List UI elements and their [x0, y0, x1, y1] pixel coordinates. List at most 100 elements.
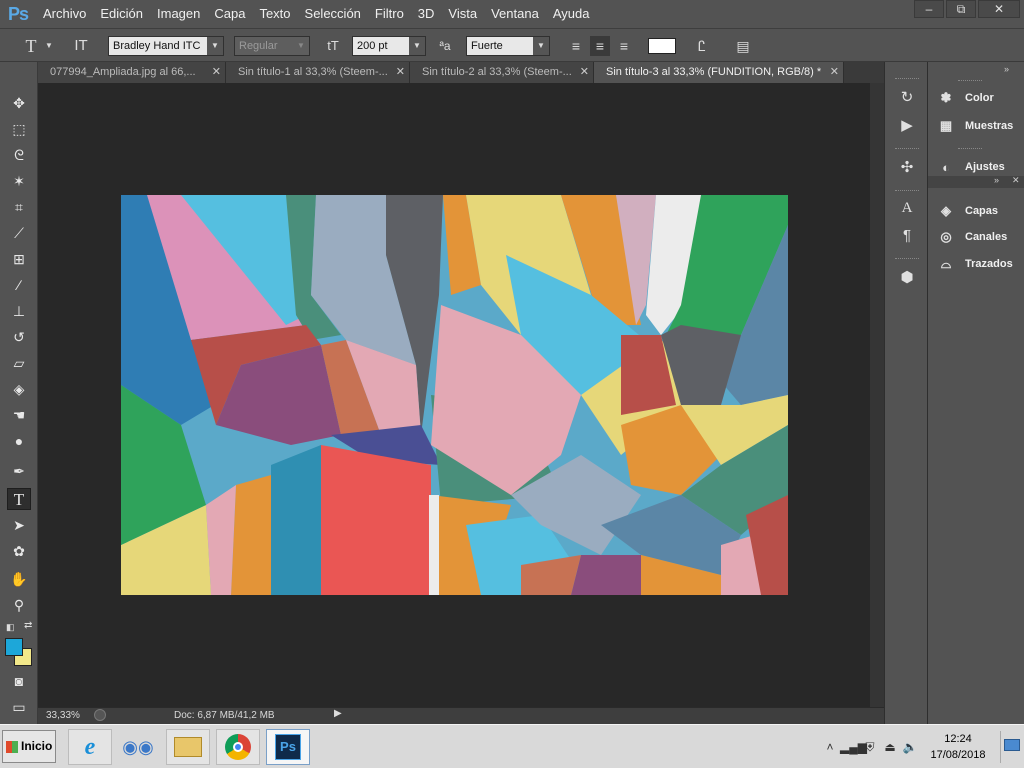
tab-document-3[interactable]: Sin título-2 al 33,3% (Steem-... ✕: [410, 62, 594, 83]
warp-text-icon[interactable]: Ꮭ: [690, 36, 714, 56]
network-icon[interactable]: ▂▄▆: [840, 737, 867, 757]
menu-ayuda[interactable]: Ayuda: [546, 0, 597, 28]
clock[interactable]: 12:24 17/08/2018: [926, 731, 990, 763]
crop-icon[interactable]: ⌗: [7, 196, 31, 218]
type-tool-preset-icon[interactable]: T: [20, 36, 42, 56]
panel-grip[interactable]: [895, 190, 919, 192]
history-brush-icon[interactable]: ↺: [7, 326, 31, 348]
panel-paths[interactable]: ⌓ Trazados: [936, 252, 1013, 276]
move-icon[interactable]: ✥: [7, 92, 31, 114]
quick-mask-icon[interactable]: ◙: [7, 670, 31, 692]
tab-document-1[interactable]: 077994_Ampliada.jpg al 66,... ✕: [38, 62, 226, 83]
screen-mode-icon[interactable]: ▭: [7, 696, 31, 718]
brush-icon[interactable]: ∕: [7, 274, 31, 296]
zoom-level[interactable]: 33,33%: [46, 710, 80, 721]
close-icon[interactable]: ✕: [396, 62, 405, 83]
font-size-select[interactable]: 200 pt ▼: [352, 36, 426, 56]
magic-wand-icon[interactable]: ✶: [7, 170, 31, 192]
paint-bucket-icon[interactable]: ◈: [7, 378, 31, 400]
menu-archivo[interactable]: Archivo: [36, 0, 93, 28]
antialias-select[interactable]: Fuerte ▼: [466, 36, 550, 56]
align-right-icon[interactable]: ≡: [614, 36, 634, 56]
eyedropper-icon[interactable]: ⟋: [7, 222, 31, 244]
panel-grip[interactable]: [958, 80, 982, 82]
paragraph-icon[interactable]: ¶: [894, 224, 920, 248]
actions-icon[interactable]: ▶: [894, 114, 920, 138]
foreground-color-swatch[interactable]: [5, 638, 23, 656]
status-menu-arrow-icon[interactable]: ▶: [334, 708, 342, 719]
menu-3d[interactable]: 3D: [411, 0, 442, 28]
chevron-down-icon[interactable]: ▼: [44, 36, 54, 56]
taskbar-app-explorer[interactable]: [166, 729, 210, 765]
tab-document-2[interactable]: Sin título-1 al 33,3% (Steem-... ✕: [226, 62, 410, 83]
marquee-icon[interactable]: ⬚: [7, 118, 31, 140]
close-icon[interactable]: ✕: [212, 62, 221, 83]
brushes-icon[interactable]: ✣: [894, 156, 920, 180]
default-colors-icon[interactable]: ◧: [6, 622, 15, 633]
vertical-scrollbar[interactable]: [870, 83, 884, 707]
panel-grip[interactable]: [895, 78, 919, 80]
panel-swatches[interactable]: ▦ Muestras: [936, 114, 1013, 138]
panels-toggle-icon[interactable]: ▤: [732, 36, 754, 56]
healing-brush-icon[interactable]: ⊞: [7, 248, 31, 270]
font-size-value: 200 pt: [357, 40, 388, 52]
volume-icon[interactable]: 🔈: [900, 737, 920, 757]
eraser-icon[interactable]: ▱: [7, 352, 31, 374]
taskbar-app-photoshop[interactable]: Ps: [266, 729, 310, 765]
align-center-icon[interactable]: ≡: [590, 36, 610, 56]
menu-ventana[interactable]: Ventana: [484, 0, 546, 28]
swap-colors-icon[interactable]: ⇄: [24, 620, 32, 631]
restore-button[interactable]: ⧉: [946, 0, 976, 18]
menu-edicion[interactable]: Edición: [93, 0, 150, 28]
path-select-icon[interactable]: ➤: [7, 514, 31, 536]
tab-document-4[interactable]: Sin título-3 al 33,3% (FUNDITION, RGB/8)…: [594, 62, 844, 83]
3d-cube-icon[interactable]: ⬢: [894, 266, 920, 290]
security-icon[interactable]: ⛨: [860, 737, 880, 757]
collapse-arrows-icon[interactable]: »: [1004, 64, 1009, 74]
type-icon[interactable]: T: [7, 488, 31, 510]
panel-channels[interactable]: ◎ Canales: [936, 225, 1007, 249]
minimize-button[interactable]: –: [914, 0, 944, 18]
history-icon[interactable]: ↻: [894, 86, 920, 110]
taskbar-app-chrome[interactable]: [216, 729, 260, 765]
menu-capa[interactable]: Capa: [207, 0, 252, 28]
pen-icon[interactable]: ✒: [7, 460, 31, 482]
panel-grip[interactable]: [958, 148, 982, 150]
canvas-area[interactable]: [38, 83, 884, 707]
show-hidden-icons-icon[interactable]: ˄: [820, 737, 840, 757]
dodge-icon[interactable]: ●: [7, 430, 31, 452]
toggle-orientation-icon[interactable]: IT: [70, 36, 92, 56]
taskbar-app-ie[interactable]: e: [68, 729, 112, 765]
menu-vista[interactable]: Vista: [441, 0, 484, 28]
start-button[interactable]: Inicio: [2, 730, 56, 763]
taskbar-app-eyes[interactable]: ◉◉: [116, 729, 160, 765]
character-icon[interactable]: A: [894, 196, 920, 220]
document-size: Doc: 6,87 MB/41,2 MB: [174, 710, 275, 721]
hand-icon[interactable]: ✋: [7, 568, 31, 590]
clone-stamp-icon[interactable]: ⊥: [7, 300, 31, 322]
show-desktop-button[interactable]: [1000, 731, 1022, 763]
collapse-arrows-icon[interactable]: »: [994, 175, 999, 185]
menu-filtro[interactable]: Filtro: [368, 0, 411, 28]
close-icon[interactable]: ✕: [580, 62, 589, 83]
usb-icon[interactable]: ⏏: [880, 737, 900, 757]
status-info-icon[interactable]: [94, 709, 106, 721]
text-color-swatch[interactable]: [648, 38, 676, 54]
close-icon[interactable]: ✕: [1012, 175, 1020, 186]
menu-imagen[interactable]: Imagen: [150, 0, 207, 28]
shape-icon[interactable]: ✿: [7, 540, 31, 562]
menu-texto[interactable]: Texto: [252, 0, 297, 28]
menu-seleccion[interactable]: Selección: [298, 0, 368, 28]
smudge-icon[interactable]: ☚: [7, 404, 31, 426]
panel-color[interactable]: ✽ Color: [936, 86, 994, 110]
font-family-select[interactable]: Bradley Hand ITC ▼: [108, 36, 224, 56]
zoom-icon[interactable]: ⚲: [7, 594, 31, 616]
align-left-icon[interactable]: ≡: [566, 36, 586, 56]
panel-layers[interactable]: ◈ Capas: [936, 199, 998, 223]
lasso-icon[interactable]: ᘓ: [7, 144, 31, 166]
panel-grip[interactable]: [895, 148, 919, 150]
document-canvas[interactable]: [121, 195, 788, 595]
close-icon[interactable]: ✕: [830, 62, 839, 83]
close-button[interactable]: ✕: [978, 0, 1020, 18]
panel-grip[interactable]: [895, 258, 919, 260]
